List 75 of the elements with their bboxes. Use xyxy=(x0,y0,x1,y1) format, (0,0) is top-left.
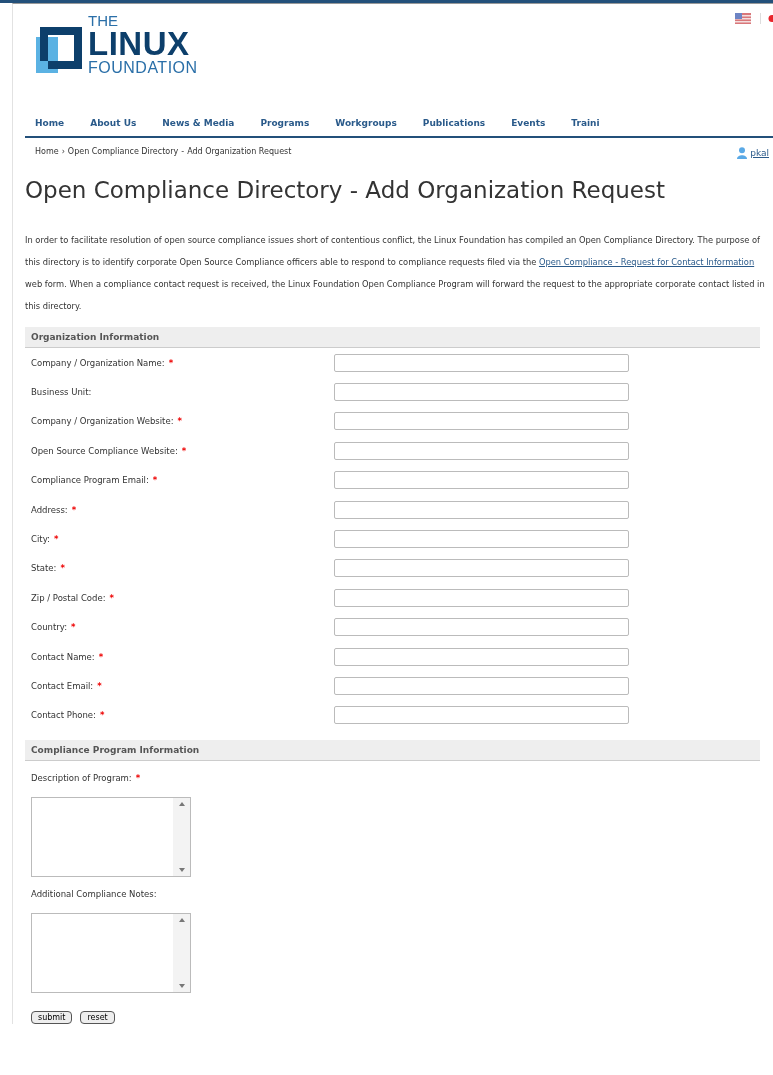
required-mark: * xyxy=(71,504,77,515)
logo-text: THE xyxy=(88,13,119,28)
nav-link[interactable]: News & Media xyxy=(162,118,235,128)
nav-link[interactable]: Workgroups xyxy=(335,118,397,128)
field-label: Open Source Compliance Website: xyxy=(31,445,178,456)
field-label: Additional Compliance Notes: xyxy=(31,889,157,900)
input-field[interactable] xyxy=(334,500,629,519)
logo-icon xyxy=(36,27,82,73)
text-area[interactable] xyxy=(31,913,191,994)
breadcrumb-separator: › xyxy=(61,147,65,158)
user-link[interactable]: pkal xyxy=(750,148,769,158)
required-mark: * xyxy=(152,475,158,486)
nav-link[interactable]: Programs xyxy=(260,118,310,128)
logo-text: LINUX xyxy=(88,27,190,60)
nav-link[interactable]: Home xyxy=(35,118,65,128)
input-field[interactable] xyxy=(334,383,629,402)
intro-paragraph: In order to facilitate resolution of open source compliance issues short of contentious conflict, the Linux Foundation has compiled an Open Compliance Directory. The purpose of this directory is to identify corporate Open Source Compliance officers able to respond to compliance requests filed via the Open Compliance - Request for Contact Information web form. When a compliance contact request is received, the Linux Foundation Open Compliance Program will forward the request to the appropriate corporate contact listed in this directory. xyxy=(25,234,765,313)
field-label: Country: xyxy=(31,622,67,633)
required-mark: * xyxy=(60,563,65,574)
breadcrumb-link[interactable]: Open Compliance Directory xyxy=(67,147,179,159)
required-mark: * xyxy=(97,681,102,691)
required-mark: * xyxy=(71,622,76,633)
contact-form-link[interactable]: Open Compliance - Request for Contact Information xyxy=(538,257,755,267)
scroll-down-icon[interactable] xyxy=(178,868,185,873)
field-label: Zip / Postal Code: xyxy=(31,592,106,603)
input-field[interactable] xyxy=(334,588,629,607)
input-field[interactable] xyxy=(334,647,629,666)
input-field[interactable] xyxy=(334,677,629,695)
breadcrumb-current: Add Organization Request xyxy=(187,147,292,158)
form-button[interactable]: submit xyxy=(31,1011,73,1025)
field-label: Contact Name: xyxy=(31,651,95,662)
field-label: Compliance Program Email: xyxy=(31,475,149,486)
field-label: Company / Organization Website: xyxy=(31,416,174,427)
form-button[interactable]: reset xyxy=(80,1011,115,1025)
field-label: Address: xyxy=(31,504,68,515)
field-label: City: xyxy=(31,534,50,545)
page-title: Open Compliance Directory - Add Organization Request xyxy=(25,177,666,203)
text-area[interactable] xyxy=(31,797,191,878)
field-label: Company / Organization Name: xyxy=(31,357,165,368)
nav-link[interactable]: Publications xyxy=(422,118,486,128)
required-mark: * xyxy=(53,534,59,545)
input-field[interactable] xyxy=(334,441,629,460)
required-mark: * xyxy=(99,710,105,721)
input-field[interactable] xyxy=(334,706,629,725)
input-field[interactable] xyxy=(334,471,629,490)
required-mark: * xyxy=(168,357,174,368)
section-header: Organization Information xyxy=(25,327,760,348)
field-label: State: xyxy=(31,563,57,574)
nav-link[interactable]: About Us xyxy=(90,118,137,128)
field-label: Contact Email: xyxy=(31,681,94,691)
nav-link[interactable]: Events xyxy=(511,118,546,128)
scroll-down-icon[interactable] xyxy=(178,984,185,989)
input-field[interactable] xyxy=(334,353,629,372)
required-mark: * xyxy=(98,651,104,662)
breadcrumb-link[interactable]: Home xyxy=(35,147,59,159)
logo-text: FOUNDATION xyxy=(88,60,198,76)
input-field[interactable] xyxy=(334,530,629,549)
field-label: Business Unit: xyxy=(31,387,92,398)
breadcrumb-separator: - xyxy=(181,147,185,158)
required-mark: * xyxy=(181,445,187,456)
nav-link[interactable]: Traini xyxy=(571,118,600,128)
scroll-up-icon[interactable] xyxy=(178,918,185,923)
field-label: Contact Phone: xyxy=(31,710,96,721)
section-header: Compliance Program Information xyxy=(25,740,760,762)
input-field[interactable] xyxy=(334,618,629,637)
user-icon xyxy=(737,147,748,159)
field-label: Description of Program: xyxy=(31,773,132,784)
scroll-up-icon[interactable] xyxy=(178,802,185,807)
input-field[interactable] xyxy=(334,412,629,431)
input-field[interactable] xyxy=(334,559,629,578)
required-mark: * xyxy=(109,592,114,603)
flag-icon[interactable] xyxy=(735,13,751,24)
flag-icon[interactable] xyxy=(760,13,773,24)
required-mark: * xyxy=(177,416,182,427)
required-mark: * xyxy=(135,773,141,784)
